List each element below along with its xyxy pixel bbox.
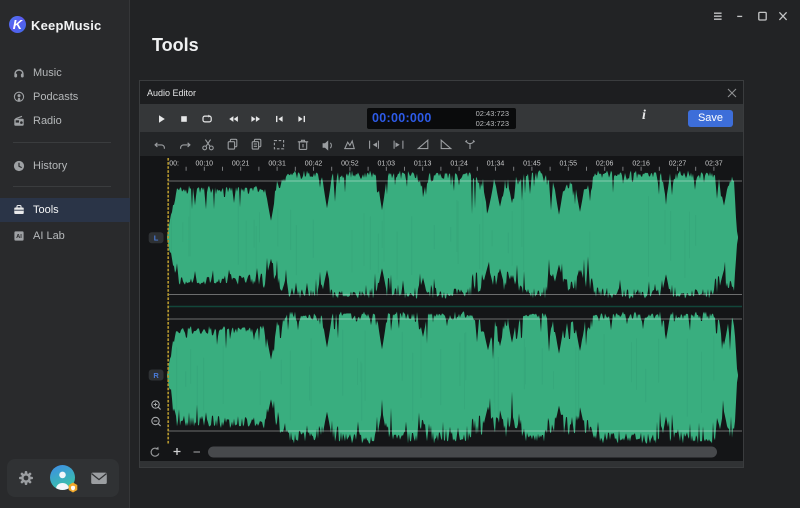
svg-text:R: R xyxy=(153,371,159,380)
svg-text:L: L xyxy=(154,234,159,243)
svg-text:01:13: 01:13 xyxy=(414,161,432,168)
svg-text:01:24: 01:24 xyxy=(450,161,468,168)
svg-text:00:42: 00:42 xyxy=(305,161,323,168)
svg-text:02:37: 02:37 xyxy=(705,161,723,168)
svg-text:00:21: 00:21 xyxy=(232,161,250,168)
svg-text:02:27: 02:27 xyxy=(669,161,687,168)
svg-text:01:55: 01:55 xyxy=(560,161,578,168)
svg-text:02:16: 02:16 xyxy=(632,161,650,168)
svg-text:00:52: 00:52 xyxy=(341,161,359,168)
svg-text:00:: 00: xyxy=(169,161,179,168)
svg-text:01:45: 01:45 xyxy=(523,161,541,168)
svg-text:01:34: 01:34 xyxy=(487,161,505,168)
svg-text:01:03: 01:03 xyxy=(378,161,396,168)
svg-text:AI: AI xyxy=(16,234,22,240)
svg-text:02:06: 02:06 xyxy=(596,161,614,168)
svg-text:00:10: 00:10 xyxy=(196,161,214,168)
svg-text:00:31: 00:31 xyxy=(268,161,286,168)
